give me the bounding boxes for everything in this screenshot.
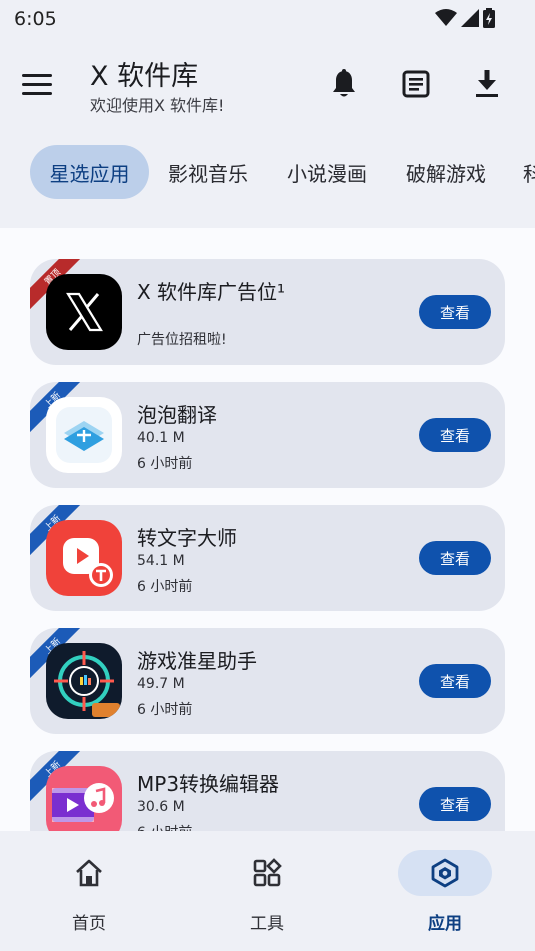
list-document-icon (402, 70, 430, 98)
app-updated-time: 6 小时前 (137, 456, 193, 472)
menu-icon-line (22, 73, 52, 77)
app-updated-time: 6 小时前 (137, 702, 193, 718)
app-name: 转文字大师 (137, 526, 237, 550)
nav-label: 应用 (428, 914, 462, 934)
cellular-signal-icon (461, 9, 479, 27)
status-time: 6:05 (14, 8, 57, 30)
menu-icon-line (22, 91, 52, 95)
app-description: 广告位招租啦! (137, 332, 227, 348)
nav-label: 工具 (250, 914, 284, 934)
nav-item-apps[interactable]: 应用 (385, 831, 505, 951)
app-bar: X 软件库 欢迎使用X 软件库! (0, 50, 535, 120)
view-button[interactable]: 查看 (419, 664, 491, 698)
category-tabs: 星选应用 影视音乐 小说漫画 破解游戏 科 (0, 145, 535, 201)
list-item[interactable]: 上新 游戏准星助手 49.7 M 6 小时前 查看 (30, 628, 505, 734)
x-logo-icon (46, 274, 122, 350)
menu-button[interactable] (22, 66, 62, 102)
tab-video-music[interactable]: 影视音乐 (155, 145, 261, 199)
status-icons (435, 8, 495, 28)
tab-more[interactable]: 科 (512, 145, 535, 199)
app-name: 泡泡翻译 (137, 403, 217, 427)
wifi-icon (435, 9, 457, 26)
list-item[interactable]: 置顶 X 软件库广告位¹ 广告位招租啦! 查看 (30, 259, 505, 365)
tab-novels-comics[interactable]: 小说漫画 (274, 145, 380, 199)
notes-button[interactable] (398, 66, 434, 102)
mp3-converter-icon (46, 766, 122, 831)
view-button[interactable]: 查看 (419, 418, 491, 452)
app-size: 40.1 M (137, 430, 185, 446)
download-icon (476, 70, 498, 97)
app-list: 置顶 X 软件库广告位¹ 广告位招租啦! 查看 上新 泡泡翻译 40.1 M 6… (0, 228, 535, 831)
bottom-navigation: 首页 工具 应用 (0, 831, 535, 951)
notifications-button[interactable] (326, 66, 362, 102)
crosshair-icon (46, 643, 122, 719)
app-updated-time: 6 小时前 (137, 579, 193, 595)
bell-icon (333, 69, 355, 97)
tab-featured-apps[interactable]: 星选应用 (30, 145, 149, 199)
list-item[interactable]: 上新 转文字大师 54.1 M 6 小时前 查看 (30, 505, 505, 611)
app-updated-time: 6 小时前 (137, 822, 192, 831)
nav-item-tools[interactable]: 工具 (207, 831, 327, 951)
app-name: MP3转换编辑器 (137, 772, 280, 796)
list-item[interactable]: 上新 MP3转换编辑器 30.6 M 6 小时前 查看 (30, 751, 505, 831)
view-button[interactable]: 查看 (419, 787, 491, 821)
download-button[interactable] (469, 66, 505, 102)
tab-cracked-games[interactable]: 破解游戏 (393, 145, 499, 199)
view-button[interactable]: 查看 (419, 541, 491, 575)
list-item[interactable]: 上新 泡泡翻译 40.1 M 6 小时前 查看 (30, 382, 505, 488)
translate-icon (46, 397, 122, 473)
home-icon (73, 857, 105, 889)
status-bar: 6:05 (0, 0, 535, 38)
nav-item-home[interactable]: 首页 (29, 831, 149, 951)
app-size: 49.7 M (137, 676, 185, 692)
app-size: 54.1 M (137, 553, 185, 569)
battery-icon (483, 8, 495, 28)
app-title: X 软件库 (90, 61, 199, 92)
speech-to-text-icon (46, 520, 122, 596)
tools-grid-icon (251, 857, 283, 889)
menu-icon-line (22, 82, 52, 86)
app-size: 30.6 M (137, 799, 185, 815)
apps-hexagon-icon (429, 857, 461, 889)
nav-label: 首页 (72, 914, 106, 934)
app-name: 游戏准星助手 (137, 649, 257, 673)
app-subtitle: 欢迎使用X 软件库! (90, 96, 225, 115)
view-button[interactable]: 查看 (419, 295, 491, 329)
app-name: X 软件库广告位¹ (137, 280, 286, 304)
